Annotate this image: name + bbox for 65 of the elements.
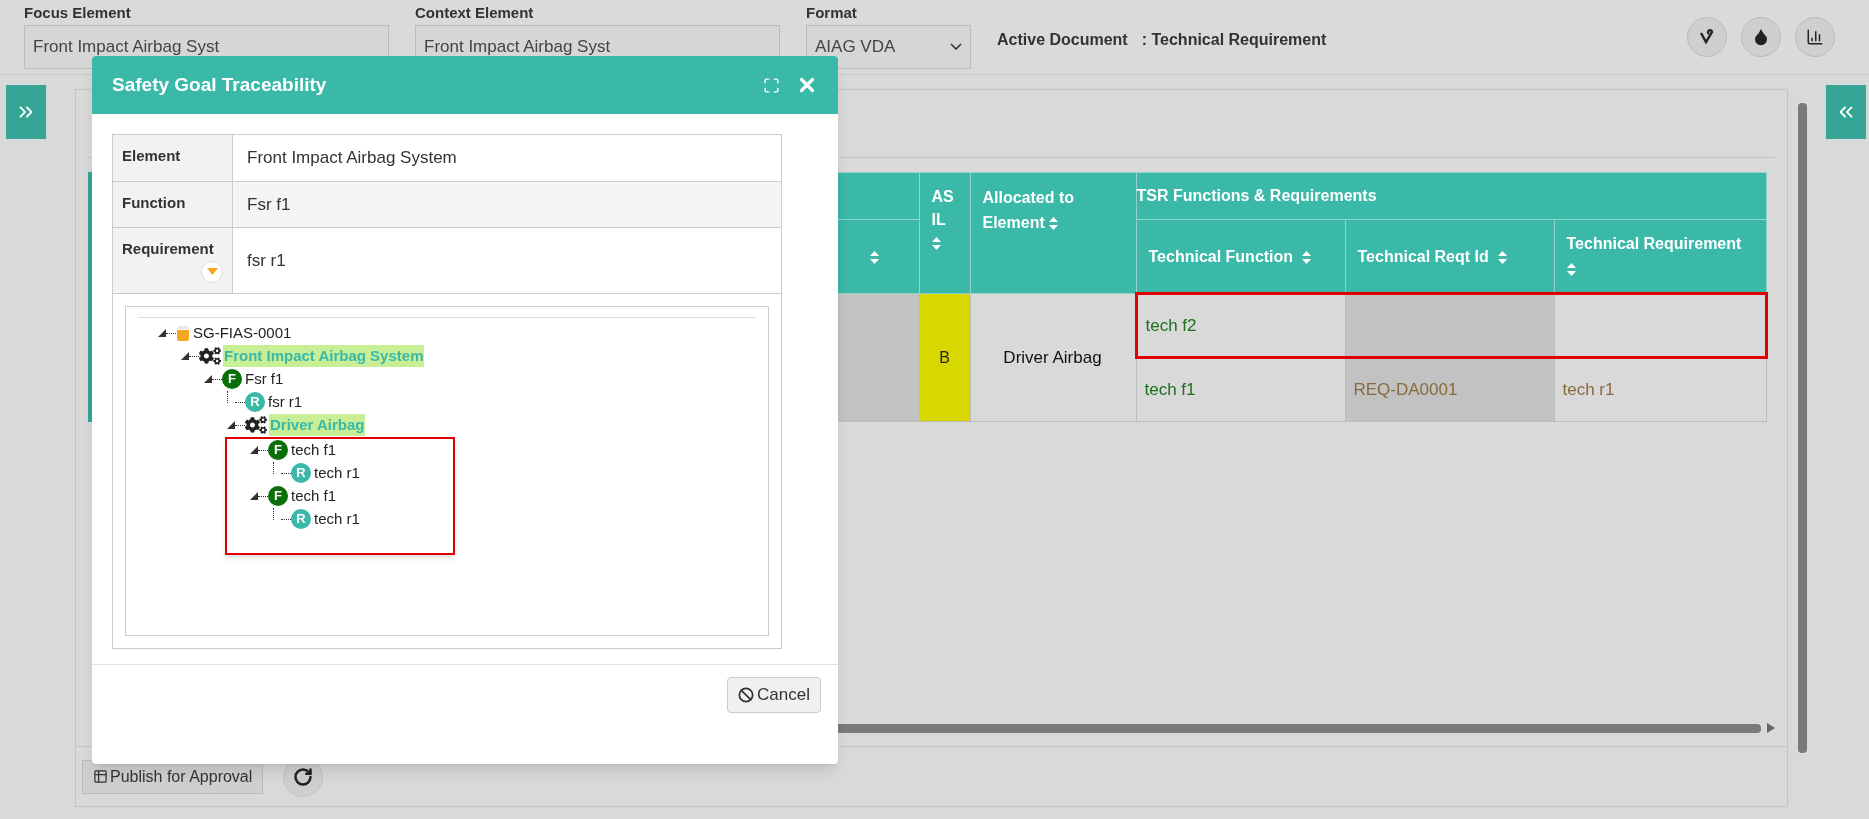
expand-toggle-icon[interactable] <box>204 375 212 383</box>
table-cell: tech f1 <box>1136 357 1345 422</box>
table-cell: Driver Airbag <box>970 293 1136 422</box>
sort-icon[interactable] <box>1497 250 1507 264</box>
function-badge: F <box>268 440 288 460</box>
color-button[interactable] <box>1741 17 1781 57</box>
field-label: Format <box>806 3 858 23</box>
chart-button[interactable] <box>1795 17 1835 57</box>
gears-icon <box>245 414 267 436</box>
detail-label: Function <box>122 192 187 213</box>
sort-icon[interactable] <box>1566 263 1576 277</box>
maximize-icon[interactable] <box>763 76 780 94</box>
table-cell: tech r1 <box>1554 357 1766 422</box>
dropdown-toggle[interactable] <box>201 260 223 283</box>
ban-icon <box>738 687 755 703</box>
tick-icon <box>1699 29 1715 45</box>
tree-node-label[interactable]: tech f1 <box>290 484 338 508</box>
field-label: Context Element <box>415 3 535 23</box>
sort-icon[interactable] <box>869 250 879 264</box>
table-cell: REQ-DA0001 <box>1345 357 1554 422</box>
detail-label: Requirement <box>122 239 215 259</box>
gears-icon <box>199 345 221 367</box>
format-select[interactable]: AIAG VDA <box>806 24 971 69</box>
vertical-scrollbar[interactable] <box>1797 103 1807 753</box>
bar-chart-icon <box>1806 28 1824 46</box>
tree-node-label[interactable]: tech f1 <box>290 438 338 462</box>
tree-node-label[interactable]: tech r1 <box>313 461 361 485</box>
dialog-title: Safety Goal Traceability <box>112 72 327 97</box>
expand-toggle-icon[interactable] <box>158 329 166 337</box>
expand-toggle-icon[interactable] <box>250 492 258 500</box>
refresh-icon <box>293 766 314 787</box>
detail-value: Fsr f1 <box>246 193 292 216</box>
collapse-panel-button[interactable] <box>1826 85 1866 139</box>
tick-button[interactable] <box>1687 17 1727 57</box>
asil-cell: B <box>919 293 970 422</box>
function-badge: F <box>268 486 288 506</box>
scroll-right-icon[interactable] <box>1767 723 1775 733</box>
expand-toggle-icon[interactable] <box>181 352 189 360</box>
sort-icon[interactable] <box>931 237 941 251</box>
group-header: TSR Functions & Requirements <box>1136 172 1766 220</box>
sort-icon[interactable] <box>1302 250 1311 264</box>
sort-icon[interactable] <box>1049 217 1059 231</box>
detail-value: Front Impact Airbag System <box>246 147 458 169</box>
tree-node-label[interactable]: tech r1 <box>313 507 361 531</box>
tree-node-label[interactable]: fsr r1 <box>267 390 304 414</box>
active-document-label: Active Document <box>997 30 1128 50</box>
tree-node-label[interactable]: Fsr f1 <box>244 367 285 391</box>
active-document-value: : Technical Requirement <box>1141 30 1327 50</box>
detail-label: Element <box>122 146 182 166</box>
cancel-button[interactable]: Cancel <box>727 677 821 713</box>
tree-node-label[interactable]: SG-FIAS-0001 <box>192 321 293 345</box>
expand-panel-button[interactable] <box>6 85 46 139</box>
function-badge: F <box>222 369 242 389</box>
table-icon <box>93 769 108 784</box>
expand-toggle-icon[interactable] <box>250 446 258 454</box>
field-label: Focus Element <box>24 3 132 23</box>
droplet-icon <box>1752 28 1770 46</box>
requirement-badge: R <box>291 509 311 529</box>
detail-value: fsr r1 <box>246 249 287 272</box>
jar-icon <box>176 325 190 341</box>
caret-down-icon <box>206 268 218 275</box>
requirement-badge: R <box>245 392 265 412</box>
chevron-down-icon <box>950 43 962 50</box>
requirement-badge: R <box>291 463 311 483</box>
table-cell: tech f2 <box>1136 293 1345 358</box>
